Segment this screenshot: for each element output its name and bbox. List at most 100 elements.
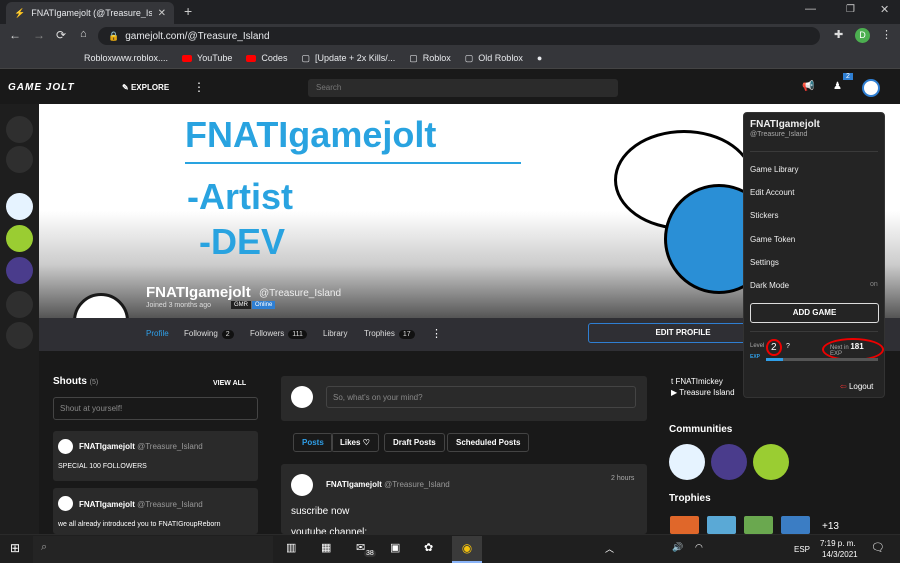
bookmark-globe[interactable]: ● [537, 53, 542, 63]
task-view-icon[interactable]: ▥ [286, 541, 296, 554]
menu-dark-mode[interactable]: Dark Mode [750, 281, 789, 290]
forward-icon[interactable]: → [33, 28, 45, 42]
youtube-icon [182, 54, 193, 62]
rail-home-icon[interactable] [6, 116, 33, 143]
post-user[interactable]: FNATIgamejolt @Treasure_Island [326, 480, 450, 489]
more-icon[interactable]: ⋮ [431, 327, 442, 340]
store-icon[interactable]: ▦ [321, 541, 331, 554]
trophies-more[interactable]: +13 [822, 521, 839, 532]
clock-time[interactable]: 7:19 p. m. [820, 539, 856, 548]
tab-followers[interactable]: Followers 111 [250, 329, 307, 339]
mail-badge: 38 [364, 550, 376, 557]
news-icon[interactable]: ▣ [390, 541, 400, 554]
browser-tab[interactable]: ⚡ FNATIgamejolt (@Treasure_Islan ✕ [6, 2, 174, 24]
back-icon[interactable]: ← [9, 28, 21, 42]
divider [750, 331, 878, 332]
tab-likes[interactable]: Likes ♡ [331, 433, 379, 452]
shout-input[interactable]: Shout at yourself! [53, 397, 258, 420]
megaphone-icon[interactable]: 📢 [802, 81, 814, 92]
trophy-2[interactable] [707, 516, 736, 534]
minimize-icon[interactable]: — [805, 3, 816, 15]
compose-input[interactable]: So, what's on your mind? [326, 386, 636, 408]
tab-draft-posts[interactable]: Draft Posts [384, 433, 445, 452]
community-2[interactable] [711, 444, 747, 480]
menu-edit-account[interactable]: Edit Account [750, 188, 794, 197]
activity-icon[interactable]: ♟ [833, 81, 842, 92]
clock-date[interactable]: 14/3/2021 [822, 550, 858, 559]
search-input[interactable]: Search [308, 79, 618, 97]
tab-scheduled-posts[interactable]: Scheduled Posts [447, 433, 530, 452]
url-text: gamejolt.com/@Treasure_Island [125, 30, 270, 42]
menu-icon[interactable]: ⋮ [881, 28, 892, 41]
more-icon[interactable]: ⋮ [193, 80, 205, 94]
trophy-4[interactable] [781, 516, 810, 534]
rail-search-icon[interactable] [6, 291, 33, 318]
app-icon[interactable]: ✿ [424, 541, 433, 554]
menu-stickers[interactable]: Stickers [750, 211, 778, 220]
profile-avatar[interactable]: D [855, 28, 870, 43]
rail-community-2[interactable] [6, 225, 33, 252]
dropdown-name[interactable]: FNATIgamejolt [750, 119, 820, 130]
tray-chevron-icon[interactable]: ︿ [605, 542, 614, 555]
new-tab-icon[interactable]: + [184, 3, 192, 19]
chrome-icon[interactable]: ◉ [452, 536, 482, 563]
link-treasure-island[interactable]: ▶ Treasure Island [671, 388, 735, 397]
dark-mode-toggle[interactable]: on [870, 281, 878, 288]
reload-icon[interactable]: ⟳ [56, 28, 66, 42]
link-fnatimickey[interactable]: t FNATImickey [671, 377, 723, 386]
trophy-1[interactable] [670, 516, 699, 534]
volume-icon[interactable]: 🔊 [672, 542, 683, 553]
tab-profile[interactable]: Profile [146, 329, 169, 338]
youtube-icon [246, 54, 257, 62]
taskbar-search-box[interactable] [33, 536, 273, 563]
user-avatar[interactable] [862, 79, 880, 97]
bookmark-roblox2[interactable]: ▢ Roblox [409, 53, 451, 64]
menu-settings[interactable]: Settings [750, 258, 779, 267]
menu-game-library[interactable]: Game Library [750, 165, 798, 174]
bookmark-roblox[interactable]: Robloxwww.roblox.... [84, 53, 168, 63]
home-icon[interactable]: ⌂ [80, 28, 87, 40]
community-3[interactable] [753, 444, 789, 480]
gamejolt-favicon-icon: ⚡ [14, 7, 26, 18]
address-bar[interactable]: 🔒 gamejolt.com/@Treasure_Island [98, 27, 820, 45]
rail-community-1[interactable] [6, 193, 33, 220]
extensions-icon[interactable]: ✚ [834, 28, 843, 41]
bookmark-update[interactable]: ▢ [Update + 2x Kills/... [301, 53, 395, 64]
tab-posts[interactable]: Posts [293, 433, 333, 452]
help-icon[interactable]: ? [786, 343, 790, 350]
close-icon[interactable]: ✕ [158, 8, 166, 19]
notifications-icon[interactable]: 🗨 [871, 541, 885, 554]
notification-badge: 2 [843, 73, 853, 80]
rail-library-icon[interactable] [6, 146, 33, 173]
menu-game-token[interactable]: Game Token [750, 235, 795, 244]
explore-link[interactable]: ✎ EXPLORE [122, 83, 169, 92]
language-indicator[interactable]: ESP [794, 545, 810, 554]
tumblr-icon: t [671, 377, 674, 386]
trophy-3[interactable] [744, 516, 773, 534]
shout-text: we all already introduced you to FNATIGr… [58, 521, 221, 528]
dropdown-handle: @Treasure_Island [750, 131, 808, 138]
page-icon: ▢ [409, 52, 418, 63]
bookmark-codes[interactable]: Codes [246, 53, 287, 63]
logout-button[interactable]: ⇦ Logout [840, 382, 873, 391]
tab-following[interactable]: Following 2 [184, 329, 234, 339]
window-close-icon[interactable]: ✕ [880, 3, 889, 16]
gamejolt-logo[interactable]: GAME JOLT [8, 82, 75, 93]
tab-library[interactable]: Library [323, 329, 347, 338]
view-all-link[interactable]: VIEW ALL [213, 380, 246, 387]
rail-add-icon[interactable] [6, 322, 33, 349]
network-icon[interactable]: ◠ [695, 542, 703, 553]
shout-user[interactable]: FNATIgamejolt @Treasure_Island [79, 500, 203, 509]
shout-text: SPECIAL 100 FOLLOWERS [58, 463, 147, 470]
shout-user[interactable]: FNATIgamejolt @Treasure_Island [79, 442, 203, 451]
community-1[interactable] [669, 444, 705, 480]
bookmark-old-roblox[interactable]: ▢ Old Roblox [465, 53, 523, 64]
tab-trophies[interactable]: Trophies 17 [364, 329, 415, 339]
windows-start-icon[interactable]: ⊞ [10, 541, 20, 555]
bookmark-youtube[interactable]: YouTube [182, 53, 232, 63]
avatar [58, 496, 73, 511]
rail-community-3[interactable] [6, 257, 33, 284]
restore-icon[interactable]: ❐ [846, 4, 855, 15]
avatar [58, 439, 73, 454]
add-game-button[interactable]: ADD GAME [750, 303, 879, 323]
